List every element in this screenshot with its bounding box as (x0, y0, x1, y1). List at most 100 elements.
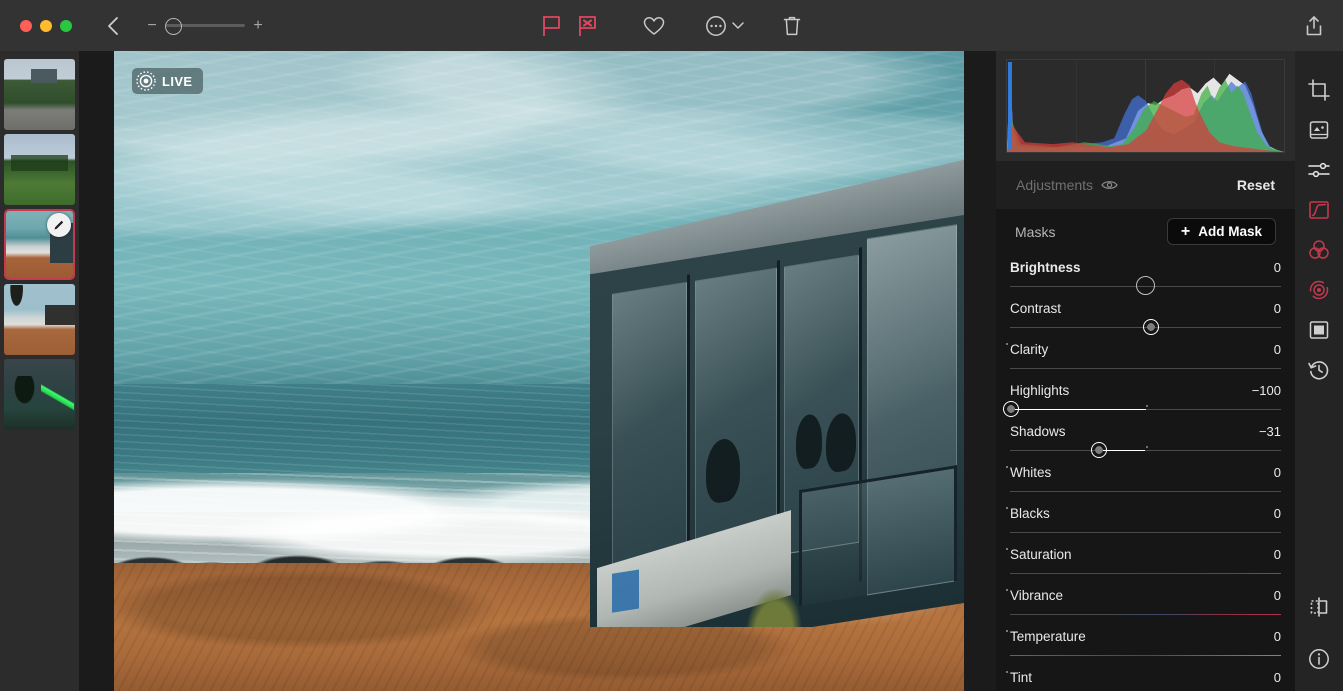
zoom-in-button[interactable]: + (249, 17, 267, 35)
slider-clarity[interactable]: Clarity 0 (1010, 336, 1281, 377)
slider-label: Brightness (1010, 260, 1081, 275)
close-button[interactable] (20, 20, 32, 32)
slider-track[interactable] (1010, 614, 1281, 615)
slider-track[interactable] (1010, 450, 1281, 451)
favorite-button[interactable] (636, 11, 672, 41)
zoom-control[interactable]: − + (143, 17, 267, 35)
slider-label: Tint (1010, 670, 1032, 685)
slider-value: 0 (1274, 629, 1281, 644)
slider-track[interactable] (1010, 573, 1281, 574)
add-mask-button[interactable]: + Add Mask (1167, 218, 1276, 245)
zoom-out-button[interactable]: − (143, 17, 161, 35)
share-upload-icon (1304, 15, 1324, 37)
filmstrip-item-3[interactable] (4, 209, 75, 280)
slider-track[interactable] (1010, 491, 1281, 492)
zoom-slider-knob[interactable] (165, 18, 182, 35)
slider-label: Shadows (1010, 424, 1066, 439)
photo-preview: LIVE (114, 51, 964, 691)
auto-indicator-dot (1006, 671, 1008, 673)
glass-panel (612, 282, 687, 581)
slider-label: Highlights (1010, 383, 1069, 398)
maximize-button[interactable] (60, 20, 72, 32)
slider-saturation[interactable]: Saturation 0 (1010, 541, 1281, 582)
eye-icon (1101, 179, 1118, 191)
slider-vibrance[interactable]: Vibrance 0 (1010, 582, 1281, 623)
toggle-adjustments-visibility-button[interactable] (1101, 179, 1118, 191)
minimize-button[interactable] (40, 20, 52, 32)
add-mask-label: Add Mask (1198, 224, 1262, 239)
presets-icon (1307, 118, 1331, 142)
rail-item-crop[interactable] (1299, 70, 1339, 110)
thumbnail-image (4, 359, 75, 430)
slider-label: Contrast (1010, 301, 1061, 316)
slider-shadows[interactable]: Shadows −31 (1010, 418, 1281, 459)
slider-knob[interactable] (1003, 401, 1019, 417)
slider-knob[interactable] (1143, 319, 1159, 335)
more-options-dropdown[interactable] (728, 11, 748, 41)
filmstrip-item-5[interactable] (4, 359, 75, 430)
reset-button[interactable]: Reset (1237, 177, 1275, 193)
slider-center-mark (1146, 405, 1148, 407)
rail-item-adjustments[interactable] (1299, 150, 1339, 190)
slider-knob[interactable] (1091, 442, 1107, 458)
flag-reject-icon (577, 15, 598, 37)
adjustments-panel: Adjustments Reset Masks + Add Mask Brigh… (996, 51, 1295, 691)
filmstrip[interactable] (0, 51, 79, 691)
slider-value: −31 (1259, 424, 1281, 439)
slider-highlights[interactable]: Highlights −100 (1010, 377, 1281, 418)
masks-row: Masks + Add Mask (996, 209, 1295, 254)
slider-track[interactable] (1010, 368, 1281, 369)
rail-item-compare[interactable] (1299, 587, 1339, 627)
photo-editor-window: − + (0, 0, 1343, 691)
titlebar: − + (0, 0, 1343, 51)
slider-track[interactable] (1010, 655, 1281, 656)
heart-icon (643, 16, 665, 36)
live-photo-badge[interactable]: LIVE (132, 68, 203, 94)
filmstrip-item-2[interactable] (4, 134, 75, 205)
slider-value: 0 (1274, 506, 1281, 521)
slider-fill (1010, 409, 1146, 411)
adjustments-title: Adjustments (1016, 177, 1093, 193)
live-photo-icon (136, 71, 156, 91)
filmstrip-item-4[interactable] (4, 284, 75, 355)
rail-item-curves[interactable] (1299, 190, 1339, 230)
traffic-lights (20, 20, 72, 32)
delete-button[interactable] (774, 11, 810, 41)
slider-temperature[interactable]: Temperature 0 (1010, 623, 1281, 664)
histogram-plot (1007, 60, 1284, 152)
back-button[interactable] (101, 14, 125, 38)
rail-item-history[interactable] (1299, 350, 1339, 390)
rail-item-color-wheels[interactable] (1299, 230, 1339, 270)
zoom-slider[interactable] (165, 18, 245, 34)
slider-value: −100 (1252, 383, 1281, 398)
filmstrip-item-1[interactable] (4, 59, 75, 130)
slider-whites[interactable]: Whites 0 (1010, 459, 1281, 500)
potted-plant (740, 574, 807, 627)
slider-tint[interactable]: Tint 0 (1010, 664, 1281, 691)
export-button[interactable] (1301, 13, 1327, 39)
slider-track[interactable] (1010, 532, 1281, 533)
adjustments-header: Adjustments Reset (996, 161, 1295, 209)
info-icon (1307, 647, 1331, 671)
trash-icon (782, 15, 802, 37)
slider-label: Clarity (1010, 342, 1048, 357)
rail-item-info[interactable] (1299, 639, 1339, 679)
chevron-down-icon (732, 21, 744, 30)
slider-blacks[interactable]: Blacks 0 (1010, 500, 1281, 541)
live-photo-label: LIVE (162, 74, 193, 89)
slider-value: 0 (1274, 342, 1281, 357)
slider-knob[interactable] (1136, 276, 1155, 295)
slider-contrast[interactable]: Contrast 0 (1010, 295, 1281, 336)
vignette-icon (1307, 318, 1331, 342)
flag-button[interactable] (534, 11, 570, 41)
rail-item-presets[interactable] (1299, 110, 1339, 150)
reject-button[interactable] (570, 11, 606, 41)
photo-canvas[interactable]: LIVE (79, 51, 996, 691)
slider-value: 0 (1274, 260, 1281, 275)
slider-brightness[interactable]: Brightness 0 (1010, 254, 1281, 295)
crop-icon (1307, 78, 1331, 102)
curves-icon (1307, 198, 1331, 222)
rail-item-color-grade[interactable] (1299, 270, 1339, 310)
rail-item-vignette[interactable] (1299, 310, 1339, 350)
tool-rail (1295, 51, 1343, 691)
